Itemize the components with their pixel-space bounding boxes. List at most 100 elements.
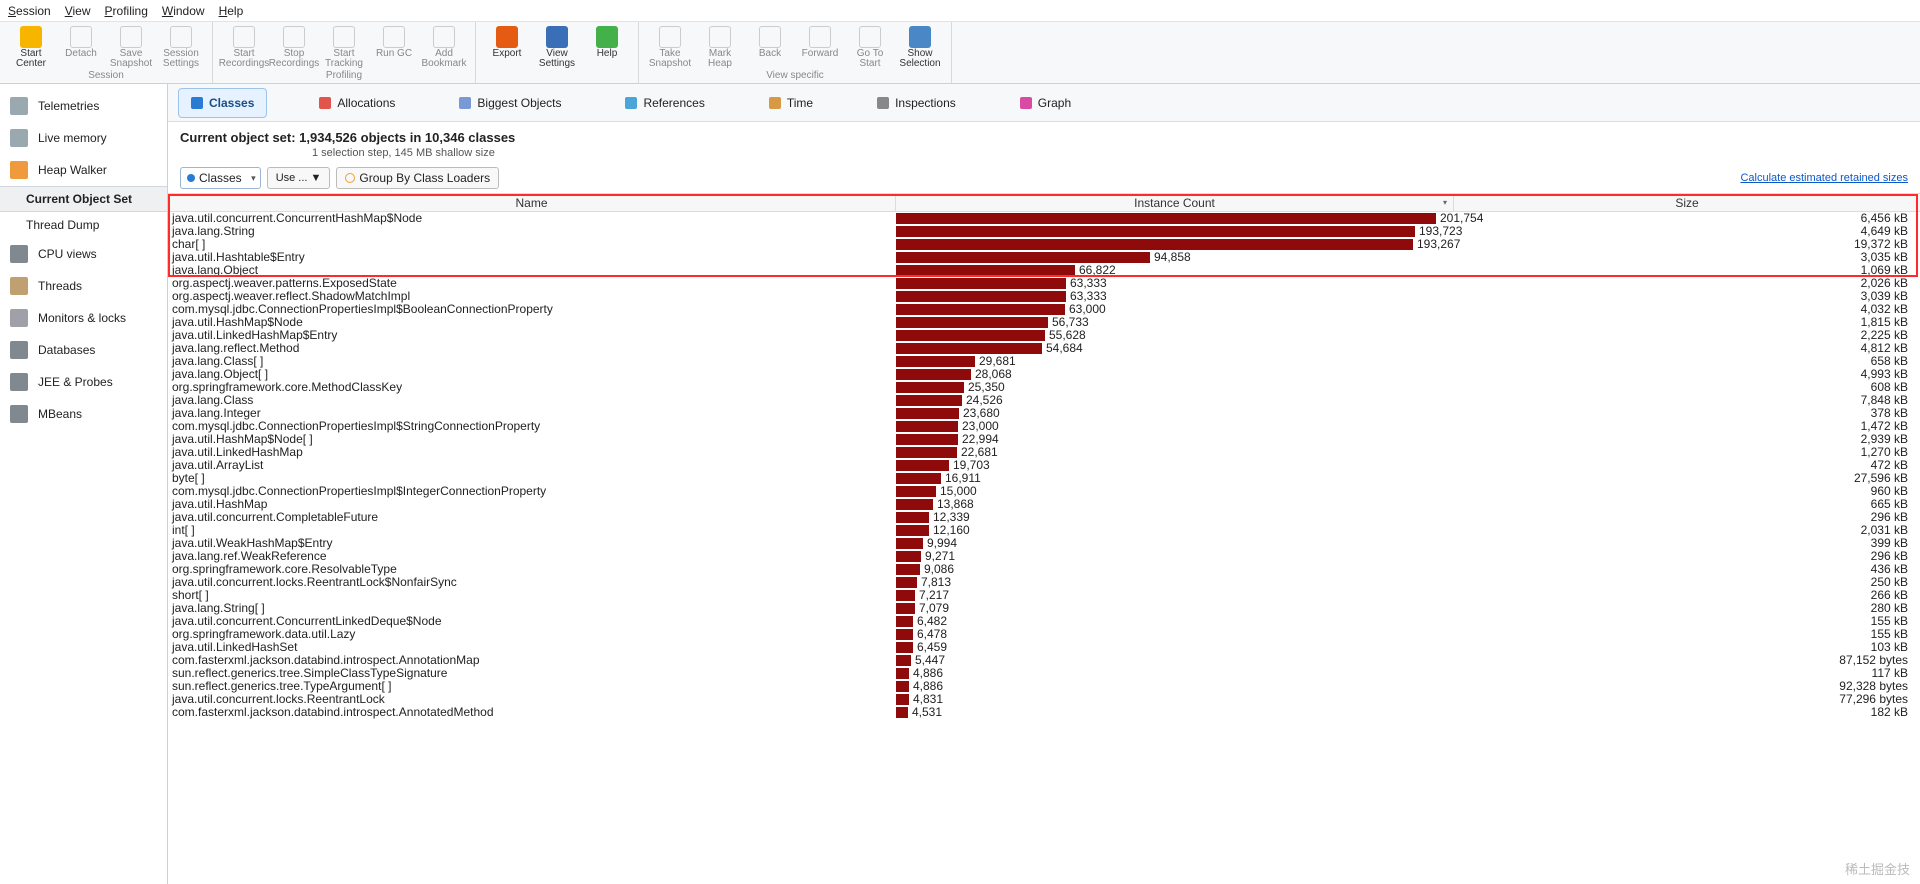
count-bar — [896, 473, 941, 484]
toolbar-export[interactable]: Export — [482, 24, 532, 70]
sidebar-item-databases[interactable]: Databases — [0, 334, 167, 366]
sidebar-item-heap-walker[interactable]: Heap Walker — [0, 154, 167, 186]
table-row[interactable]: java.util.concurrent.ConcurrentLinkedDeq… — [168, 615, 1920, 628]
table-row[interactable]: java.util.HashMap$Node56,7331,815 kB — [168, 316, 1920, 329]
sidebar-item-threads[interactable]: Threads — [0, 270, 167, 302]
col-instance-count[interactable]: Instance Count — [896, 194, 1454, 211]
sidebar-item-jee-&-probes[interactable]: JEE & Probes — [0, 366, 167, 398]
sidebar-item-live-memory[interactable]: Live memory — [0, 122, 167, 154]
table-row[interactable]: com.fasterxml.jackson.databind.introspec… — [168, 706, 1920, 719]
class-name-cell: java.util.HashMap — [168, 498, 896, 511]
table-row[interactable]: char[ ]193,26719,372 kB — [168, 238, 1920, 251]
table-row[interactable]: java.lang.reflect.Method54,6844,812 kB — [168, 342, 1920, 355]
table-row[interactable]: java.util.LinkedHashSet6,459103 kB — [168, 641, 1920, 654]
menu-session[interactable]: Session — [8, 4, 51, 18]
sidebar-item-mbeans[interactable]: MBeans — [0, 398, 167, 430]
menu-help[interactable]: Help — [219, 4, 244, 18]
table-row[interactable]: org.aspectj.weaver.patterns.ExposedState… — [168, 277, 1920, 290]
table-row[interactable]: java.util.ArrayList19,703472 kB — [168, 459, 1920, 472]
toolbar-forward: Forward — [795, 24, 845, 70]
table-row[interactable]: java.util.HashMap$Node[ ]22,9942,939 kB — [168, 433, 1920, 446]
instance-count-cell: 7,217 — [896, 589, 1454, 602]
class-name-cell: org.aspectj.weaver.patterns.ExposedState — [168, 277, 896, 290]
tab-time[interactable]: Time — [757, 88, 825, 118]
view-tabs: Classes Allocations Biggest Objects Referen… — [168, 84, 1920, 122]
table-row[interactable]: java.lang.String[ ]7,079280 kB — [168, 602, 1920, 615]
classes-combo[interactable]: Classes — [180, 167, 261, 189]
table-row[interactable]: com.fasterxml.jackson.databind.introspec… — [168, 654, 1920, 667]
toolbar-start-center[interactable]: StartCenter — [6, 24, 56, 70]
size-cell: 155 kB — [1454, 615, 1920, 628]
sidebar-item-thread-dump[interactable]: Thread Dump — [0, 212, 167, 238]
use-button[interactable]: Use ... ▼ — [267, 167, 331, 189]
toolbar-help[interactable]: Help — [582, 24, 632, 70]
sidebar-item-telemetries[interactable]: Telemetries — [0, 90, 167, 122]
toolbar-view-settings[interactable]: ViewSettings — [532, 24, 582, 70]
table-row[interactable]: java.util.Hashtable$Entry94,8583,035 kB — [168, 251, 1920, 264]
table-row[interactable]: java.util.HashMap13,868665 kB — [168, 498, 1920, 511]
table-row[interactable]: java.util.LinkedHashMap22,6811,270 kB — [168, 446, 1920, 459]
tab-graph[interactable]: Graph — [1008, 88, 1083, 118]
class-table[interactable]: Name Instance Count Size java.util.concu… — [168, 193, 1920, 884]
table-row[interactable]: java.util.concurrent.CompletableFuture12… — [168, 511, 1920, 524]
table-row[interactable]: java.util.concurrent.ConcurrentHashMap$N… — [168, 212, 1920, 225]
class-name-cell: java.util.ArrayList — [168, 459, 896, 472]
table-row[interactable]: java.util.concurrent.locks.ReentrantLock… — [168, 693, 1920, 706]
table-row[interactable]: com.mysql.jdbc.ConnectionPropertiesImpl$… — [168, 420, 1920, 433]
table-row[interactable]: org.aspectj.weaver.reflect.ShadowMatchIm… — [168, 290, 1920, 303]
sidebar-item-cpu-views[interactable]: CPU views — [0, 238, 167, 270]
table-row[interactable]: java.util.concurrent.locks.ReentrantLock… — [168, 576, 1920, 589]
menu-profiling[interactable]: Profiling — [105, 4, 148, 18]
table-row[interactable]: java.util.WeakHashMap$Entry9,994399 kB — [168, 537, 1920, 550]
toolbar-icon — [333, 26, 355, 48]
table-row[interactable]: java.lang.Object66,8221,069 kB — [168, 264, 1920, 277]
count-bar — [896, 239, 1413, 250]
calculate-retained-link[interactable]: Calculate estimated retained sizes — [1740, 172, 1908, 184]
col-name[interactable]: Name — [168, 194, 896, 211]
table-row[interactable]: short[ ]7,217266 kB — [168, 589, 1920, 602]
tab-inspections[interactable]: Inspections — [865, 88, 968, 118]
table-row[interactable]: java.lang.Class24,5267,848 kB — [168, 394, 1920, 407]
size-cell: 296 kB — [1454, 550, 1920, 563]
instance-count-cell: 7,813 — [896, 576, 1454, 589]
table-row[interactable]: sun.reflect.generics.tree.TypeArgument[ … — [168, 680, 1920, 693]
size-cell: 27,596 kB — [1454, 472, 1920, 485]
tab-allocations[interactable]: Allocations — [307, 88, 407, 118]
group-by-classloaders-button[interactable]: Group By Class Loaders — [336, 167, 499, 189]
toolbar-icon — [120, 26, 142, 48]
table-row[interactable]: org.springframework.core.MethodClassKey2… — [168, 381, 1920, 394]
toolbar-show-selection[interactable]: ShowSelection — [895, 24, 945, 70]
sidebar-item-monitors-&-locks[interactable]: Monitors & locks — [0, 302, 167, 334]
table-row[interactable]: org.springframework.data.util.Lazy6,4781… — [168, 628, 1920, 641]
col-size[interactable]: Size — [1454, 194, 1920, 211]
table-row[interactable]: byte[ ]16,91127,596 kB — [168, 472, 1920, 485]
instance-count-cell: 63,333 — [896, 277, 1454, 290]
table-row[interactable]: java.lang.ref.WeakReference9,271296 kB — [168, 550, 1920, 563]
table-row[interactable]: java.lang.Object[ ]28,0684,993 kB — [168, 368, 1920, 381]
class-name-cell: java.lang.Object[ ] — [168, 368, 896, 381]
count-label: 193,267 — [1417, 238, 1460, 251]
tab-classes[interactable]: Classes — [178, 88, 267, 118]
table-row[interactable]: java.lang.String193,7234,649 kB — [168, 225, 1920, 238]
size-cell: 4,649 kB — [1462, 225, 1920, 238]
table-row[interactable]: int[ ]12,1602,031 kB — [168, 524, 1920, 537]
table-row[interactable]: org.springframework.core.ResolvableType9… — [168, 563, 1920, 576]
table-row[interactable]: com.mysql.jdbc.ConnectionPropertiesImpl$… — [168, 485, 1920, 498]
size-cell: 2,031 kB — [1454, 524, 1920, 537]
table-row[interactable]: java.lang.Class[ ]29,681658 kB — [168, 355, 1920, 368]
tab-biggest-objects[interactable]: Biggest Objects — [447, 88, 573, 118]
table-row[interactable]: java.util.LinkedHashMap$Entry55,6282,225… — [168, 329, 1920, 342]
toolbar-detach: Detach — [56, 24, 106, 70]
sidebar-item-current-object-set[interactable]: Current Object Set — [0, 186, 167, 212]
toolbar-back: Back — [745, 24, 795, 70]
tab-references[interactable]: References — [613, 88, 716, 118]
table-row[interactable]: sun.reflect.generics.tree.SimpleClassTyp… — [168, 667, 1920, 680]
table-row[interactable]: com.mysql.jdbc.ConnectionPropertiesImpl$… — [168, 303, 1920, 316]
menu-view[interactable]: View — [65, 4, 91, 18]
size-cell: 2,939 kB — [1454, 433, 1920, 446]
table-row[interactable]: java.lang.Integer23,680378 kB — [168, 407, 1920, 420]
menu-window[interactable]: Window — [162, 4, 205, 18]
count-label: 94,858 — [1154, 251, 1191, 264]
toolbar-icon — [759, 26, 781, 48]
toolbar-icon — [659, 26, 681, 48]
